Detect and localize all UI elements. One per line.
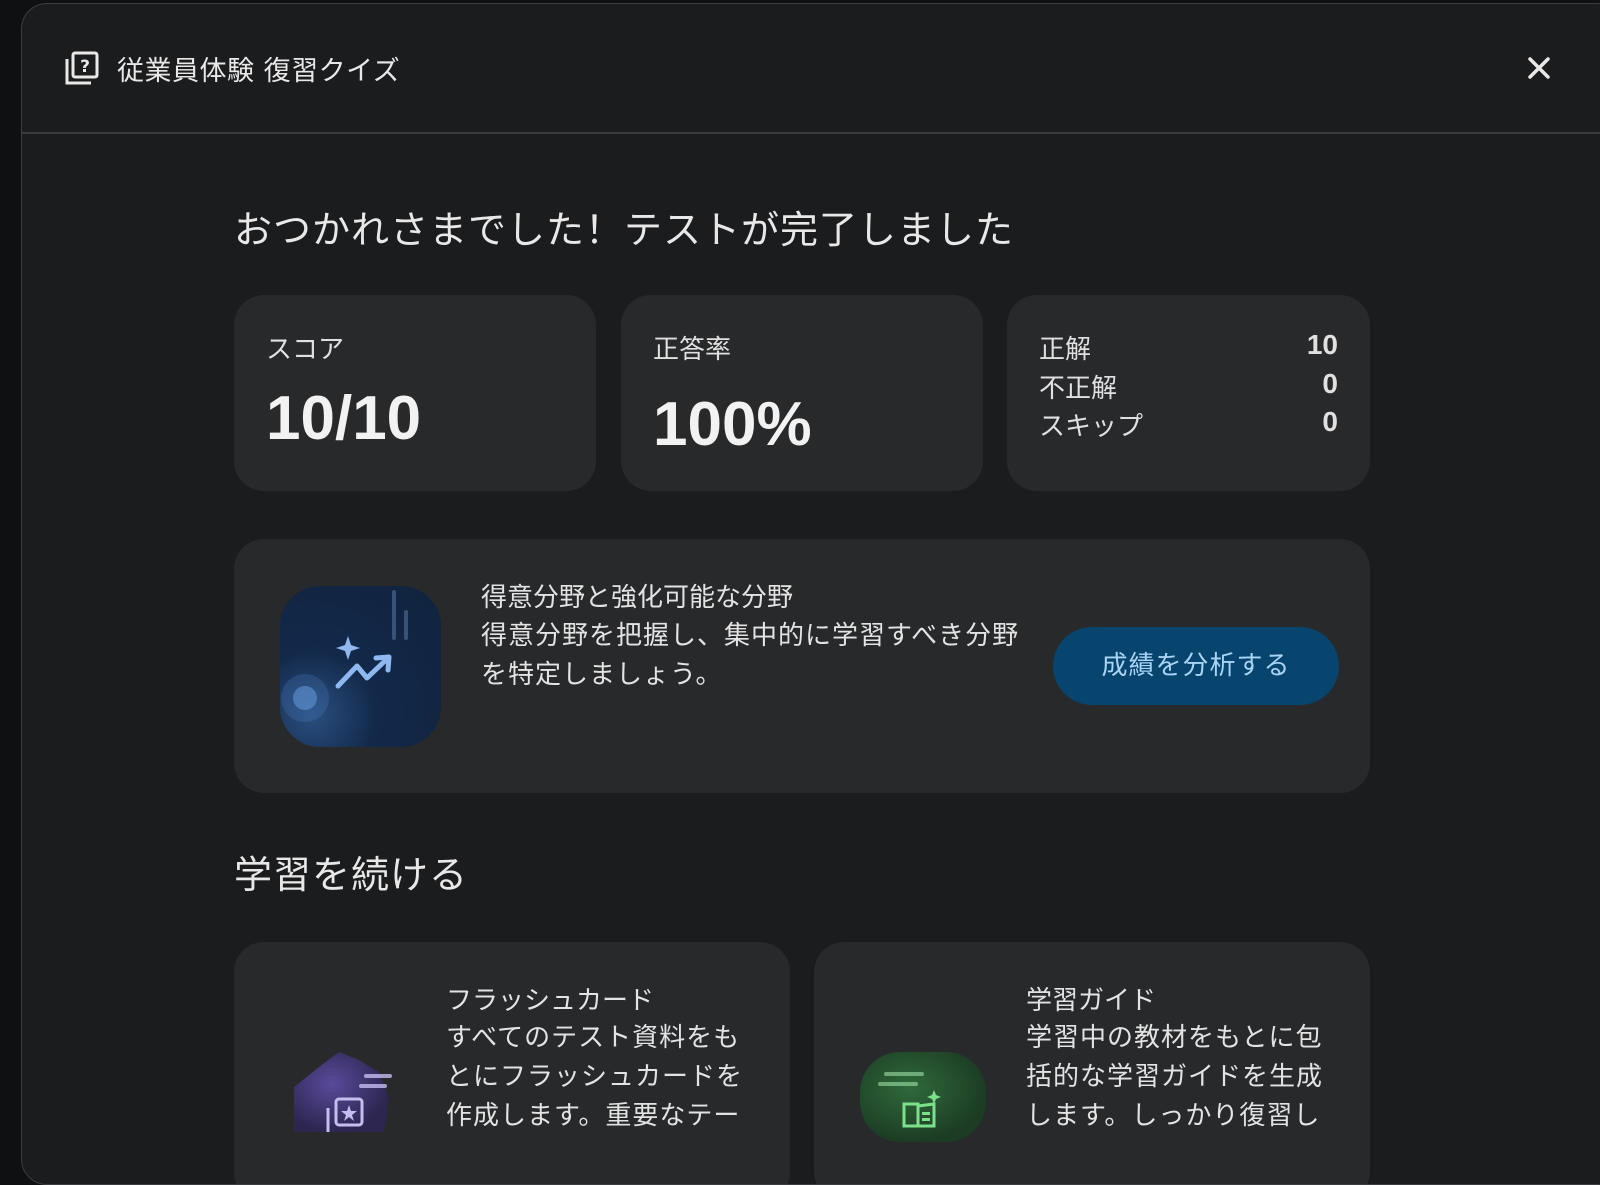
analysis-description: 得意分野を把握し、集中的に学習すべき分野を特定しましょう。 [481,621,1020,690]
score-value: 10/10 [266,384,422,453]
study-guide-description: 学習中の教材をもとに包括的な学習ガイドを生成します。しっかり復習し [1026,1023,1324,1131]
dialog-title: 従業員体験 復習クイズ [117,56,401,87]
sparkle-trend-icon [281,590,408,722]
score-label: スコア [266,335,345,365]
analysis-tile [280,586,441,747]
accuracy-value: 100% [653,390,812,459]
completion-title: おつかれさまでした！テストが完了しました [234,208,1015,252]
flashcard-card[interactable]: フラッシュカード すべてのテスト資料をもとにフラッシュカードを作成します。重要な… [234,942,790,1184]
study-guide-card[interactable]: 学習ガイド 学習中の教材をもとに包括的な学習ガイドを生成します。しっかり復習し [814,942,1370,1184]
breakdown-label: 不正解 [1039,374,1118,404]
accuracy-label: 正答率 [653,335,732,365]
breakdown-value: 0 [1322,406,1338,437]
study-guide-icon [860,1052,986,1142]
flashcard-title: フラッシュカード [446,986,655,1016]
study-guide-title: 学習ガイド [1026,986,1157,1016]
flashcard-icon [294,1052,392,1132]
breakdown-row-incorrect: 不正解 0 [1039,368,1338,406]
close-icon[interactable] [1523,52,1555,84]
svg-text:?: ? [80,57,90,77]
breakdown-row-skipped: スキップ 0 [1039,406,1338,444]
breakdown-row-correct: 正解 10 [1039,329,1338,367]
breakdown-label: 正解 [1039,335,1092,365]
quiz-results-dialog: ? 従業員体験 復習クイズ おつかれさまでした！テストが完了しました スコア 1… [21,3,1600,1185]
breakdown-label: スキップ [1039,412,1144,442]
accuracy-card: 正答率 100% [621,295,983,491]
dialog-header: ? 従業員体験 復習クイズ [22,4,1600,134]
flashcard-description: すべてのテスト資料をもとにフラッシュカードを作成します。重要なテー [446,1023,744,1131]
analysis-title: 得意分野と強化可能な分野 [481,583,794,613]
analysis-card: 得意分野と強化可能な分野 得意分野を把握し、集中的に学習すべき分野を特定しましょ… [234,539,1370,793]
analyze-performance-button[interactable]: 成績を分析する [1053,627,1339,705]
breakdown-value: 10 [1306,329,1338,360]
continue-learning-title: 学習を続ける [234,853,469,897]
score-card: スコア 10/10 [234,295,596,491]
breakdown-card: 正解 10 不正解 0 スキップ 0 [1007,295,1370,491]
breakdown-value: 0 [1322,368,1338,399]
quiz-icon: ? [65,51,99,85]
